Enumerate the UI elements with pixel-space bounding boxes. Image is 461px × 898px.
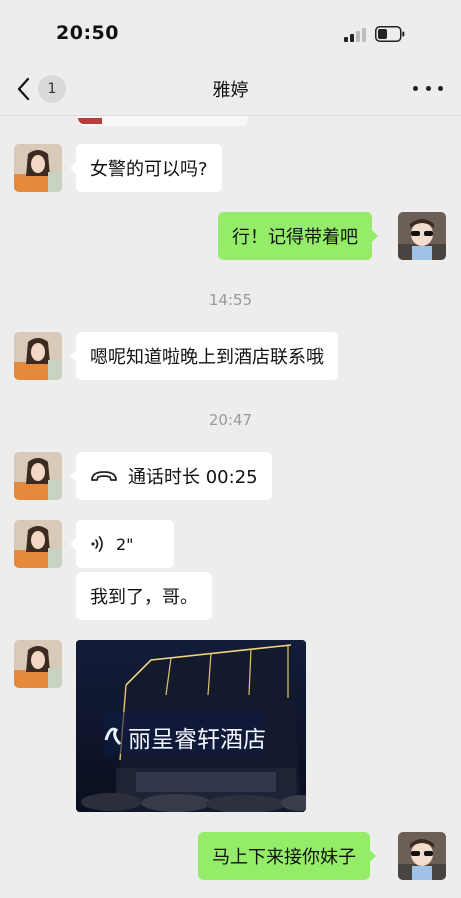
message-text: 行！记得带着吧 <box>232 227 358 248</box>
chat-title: 雅婷 <box>212 80 249 101</box>
call-duration-text: 通话时长 00:25 <box>128 467 258 488</box>
voice-wave-icon <box>91 536 103 552</box>
contact-avatar[interactable] <box>14 452 62 500</box>
voice-duration-text: 2" <box>116 534 134 554</box>
voice-message-bubble[interactable]: 2" <box>70 520 174 568</box>
phone-icon <box>91 471 117 481</box>
status-bar: 20:50 <box>0 0 461 62</box>
message-bubble-incoming[interactable]: 嗯呢知道啦晚上到酒店联系哦 <box>70 332 338 380</box>
hotel-photo-image: 丽呈睿轩酒店 <box>76 640 306 812</box>
message-text: 马上下来接你妹子 <box>212 847 356 868</box>
battery-icon <box>375 26 405 42</box>
message-bubble-outgoing[interactable]: 马上下来接你妹子 <box>198 832 376 880</box>
message-bubble-incoming[interactable]: 我到了，哥。 <box>76 572 212 620</box>
message-text: 嗯呢知道啦晚上到酒店联系哦 <box>90 347 324 368</box>
hotel-photo-message[interactable]: 丽呈睿轩酒店 <box>76 640 306 812</box>
chat-header: 1 雅婷 <box>0 62 461 116</box>
message-list: 女警的可以吗? 行！记得带着吧 14:55 嗯呢知道啦晚上到酒店联系哦 20:4… <box>0 116 461 898</box>
my-avatar[interactable] <box>398 212 446 260</box>
contact-avatar[interactable] <box>14 144 62 192</box>
hotel-sign-text: 丽呈睿轩酒店 <box>128 727 266 753</box>
more-options-button[interactable] <box>413 78 443 98</box>
contact-avatar[interactable] <box>14 640 62 688</box>
my-avatar[interactable] <box>398 832 446 880</box>
call-record-bubble[interactable]: 通话时长 00:25 <box>70 452 272 500</box>
message-bubble-outgoing[interactable]: 行！记得带着吧 <box>218 212 378 260</box>
message-text: 女警的可以吗? <box>90 159 208 180</box>
status-time: 20:50 <box>56 22 119 44</box>
message-timestamp: 20:47 <box>208 411 253 429</box>
more-dots-icon <box>413 85 418 91</box>
message-bubble-incoming[interactable]: 女警的可以吗? <box>70 144 222 192</box>
contact-avatar[interactable] <box>14 332 62 380</box>
contact-avatar[interactable] <box>14 520 62 568</box>
signal-bars-icon <box>344 28 368 42</box>
message-text: 我到了，哥。 <box>90 587 198 608</box>
previous-image-message[interactable] <box>78 116 248 126</box>
message-timestamp: 14:55 <box>208 291 253 309</box>
